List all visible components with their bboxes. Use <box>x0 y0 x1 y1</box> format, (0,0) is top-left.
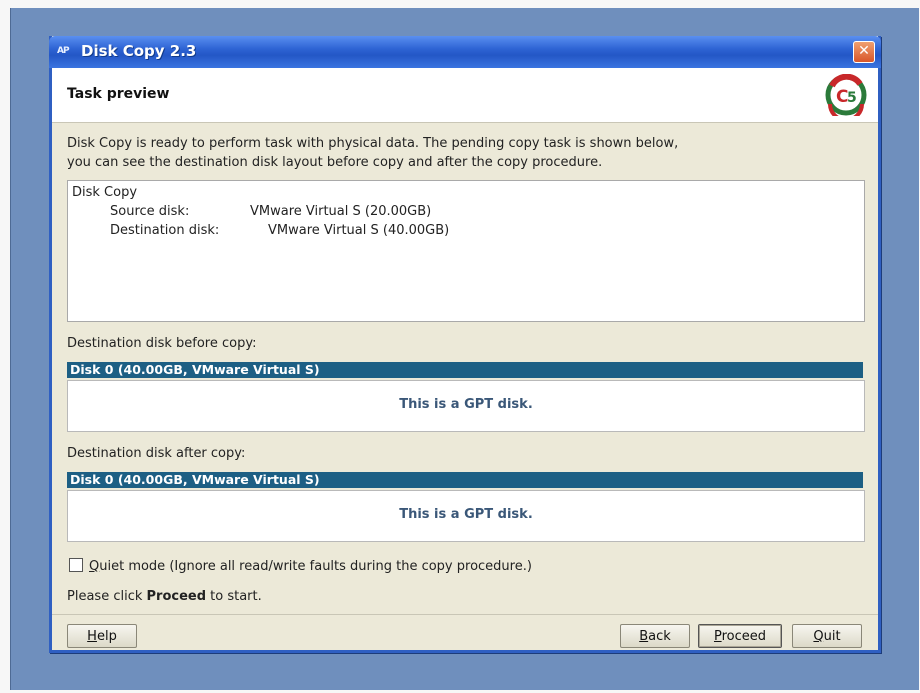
source-disk-value: VMware Virtual S (20.00GB) <box>250 204 432 219</box>
quiet-mode-checkbox[interactable] <box>69 558 83 572</box>
intro-text: Disk Copy is ready to perform task with … <box>67 134 867 172</box>
disk-copy-dialog: AP Disk Copy 2.3 ✕ Task preview C 5 Disk… <box>49 36 881 653</box>
proceed-prompt: Please click Proceed to start. <box>67 589 262 604</box>
help-button[interactable]: Help <box>67 624 137 648</box>
after-copy-label: Destination disk after copy: <box>67 446 246 461</box>
destination-disk-label: Destination disk: <box>110 223 220 238</box>
quit-mnemonic: Q <box>813 629 824 644</box>
source-disk-label: Source disk: <box>110 204 190 219</box>
proceed-mnemonic: P <box>713 629 722 644</box>
prompt-prefix: Please click <box>67 589 147 604</box>
back-mnemonic: B <box>639 629 649 644</box>
page-title: Task preview <box>67 86 170 102</box>
close-icon[interactable]: ✕ <box>853 41 875 63</box>
intro-line-2: you can see the destination disk layout … <box>67 155 603 170</box>
proceed-button[interactable]: Proceed <box>698 624 782 648</box>
quiet-mode-mnemonic: Q <box>89 559 100 574</box>
button-separator <box>52 614 878 615</box>
app-icon: AP <box>57 46 70 56</box>
proceed-label: roceed <box>721 629 767 644</box>
product-logo-icon: C 5 <box>825 74 867 116</box>
after-disk-layout[interactable]: This is a GPT disk. <box>67 490 865 542</box>
before-disk-bar[interactable]: Disk 0 (40.00GB, VMware Virtual S) <box>67 362 863 378</box>
window-title: Disk Copy 2.3 <box>81 42 197 60</box>
before-copy-label: Destination disk before copy: <box>67 336 257 351</box>
after-disk-bar[interactable]: Disk 0 (40.00GB, VMware Virtual S) <box>67 472 863 488</box>
quit-label: uit <box>823 629 841 644</box>
task-summary-box: Disk Copy Source disk: VMware Virtual S … <box>67 180 865 322</box>
back-label: ack <box>648 629 671 644</box>
help-label: elp <box>96 629 117 644</box>
prompt-suffix: to start. <box>206 589 262 604</box>
quiet-mode-label: uiet mode (Ignore all read/write faults … <box>99 559 532 574</box>
back-button[interactable]: Back <box>620 624 690 648</box>
intro-line-1: Disk Copy is ready to perform task with … <box>67 136 679 151</box>
svg-text:5: 5 <box>847 90 857 106</box>
task-summary-title: Disk Copy <box>72 185 138 200</box>
help-mnemonic: H <box>87 629 97 644</box>
title-bar[interactable]: AP Disk Copy 2.3 ✕ <box>49 36 881 68</box>
before-disk-layout[interactable]: This is a GPT disk. <box>67 380 865 432</box>
after-disk-message: This is a GPT disk. <box>399 507 533 522</box>
quiet-mode-option[interactable]: Quiet mode (Ignore all read/write faults… <box>69 558 532 574</box>
prompt-emphasis: Proceed <box>146 589 207 604</box>
before-disk-message: This is a GPT disk. <box>399 397 533 412</box>
quit-button[interactable]: Quit <box>792 624 862 648</box>
destination-disk-value: VMware Virtual S (40.00GB) <box>268 223 450 238</box>
page-header: Task preview C 5 <box>52 68 878 123</box>
